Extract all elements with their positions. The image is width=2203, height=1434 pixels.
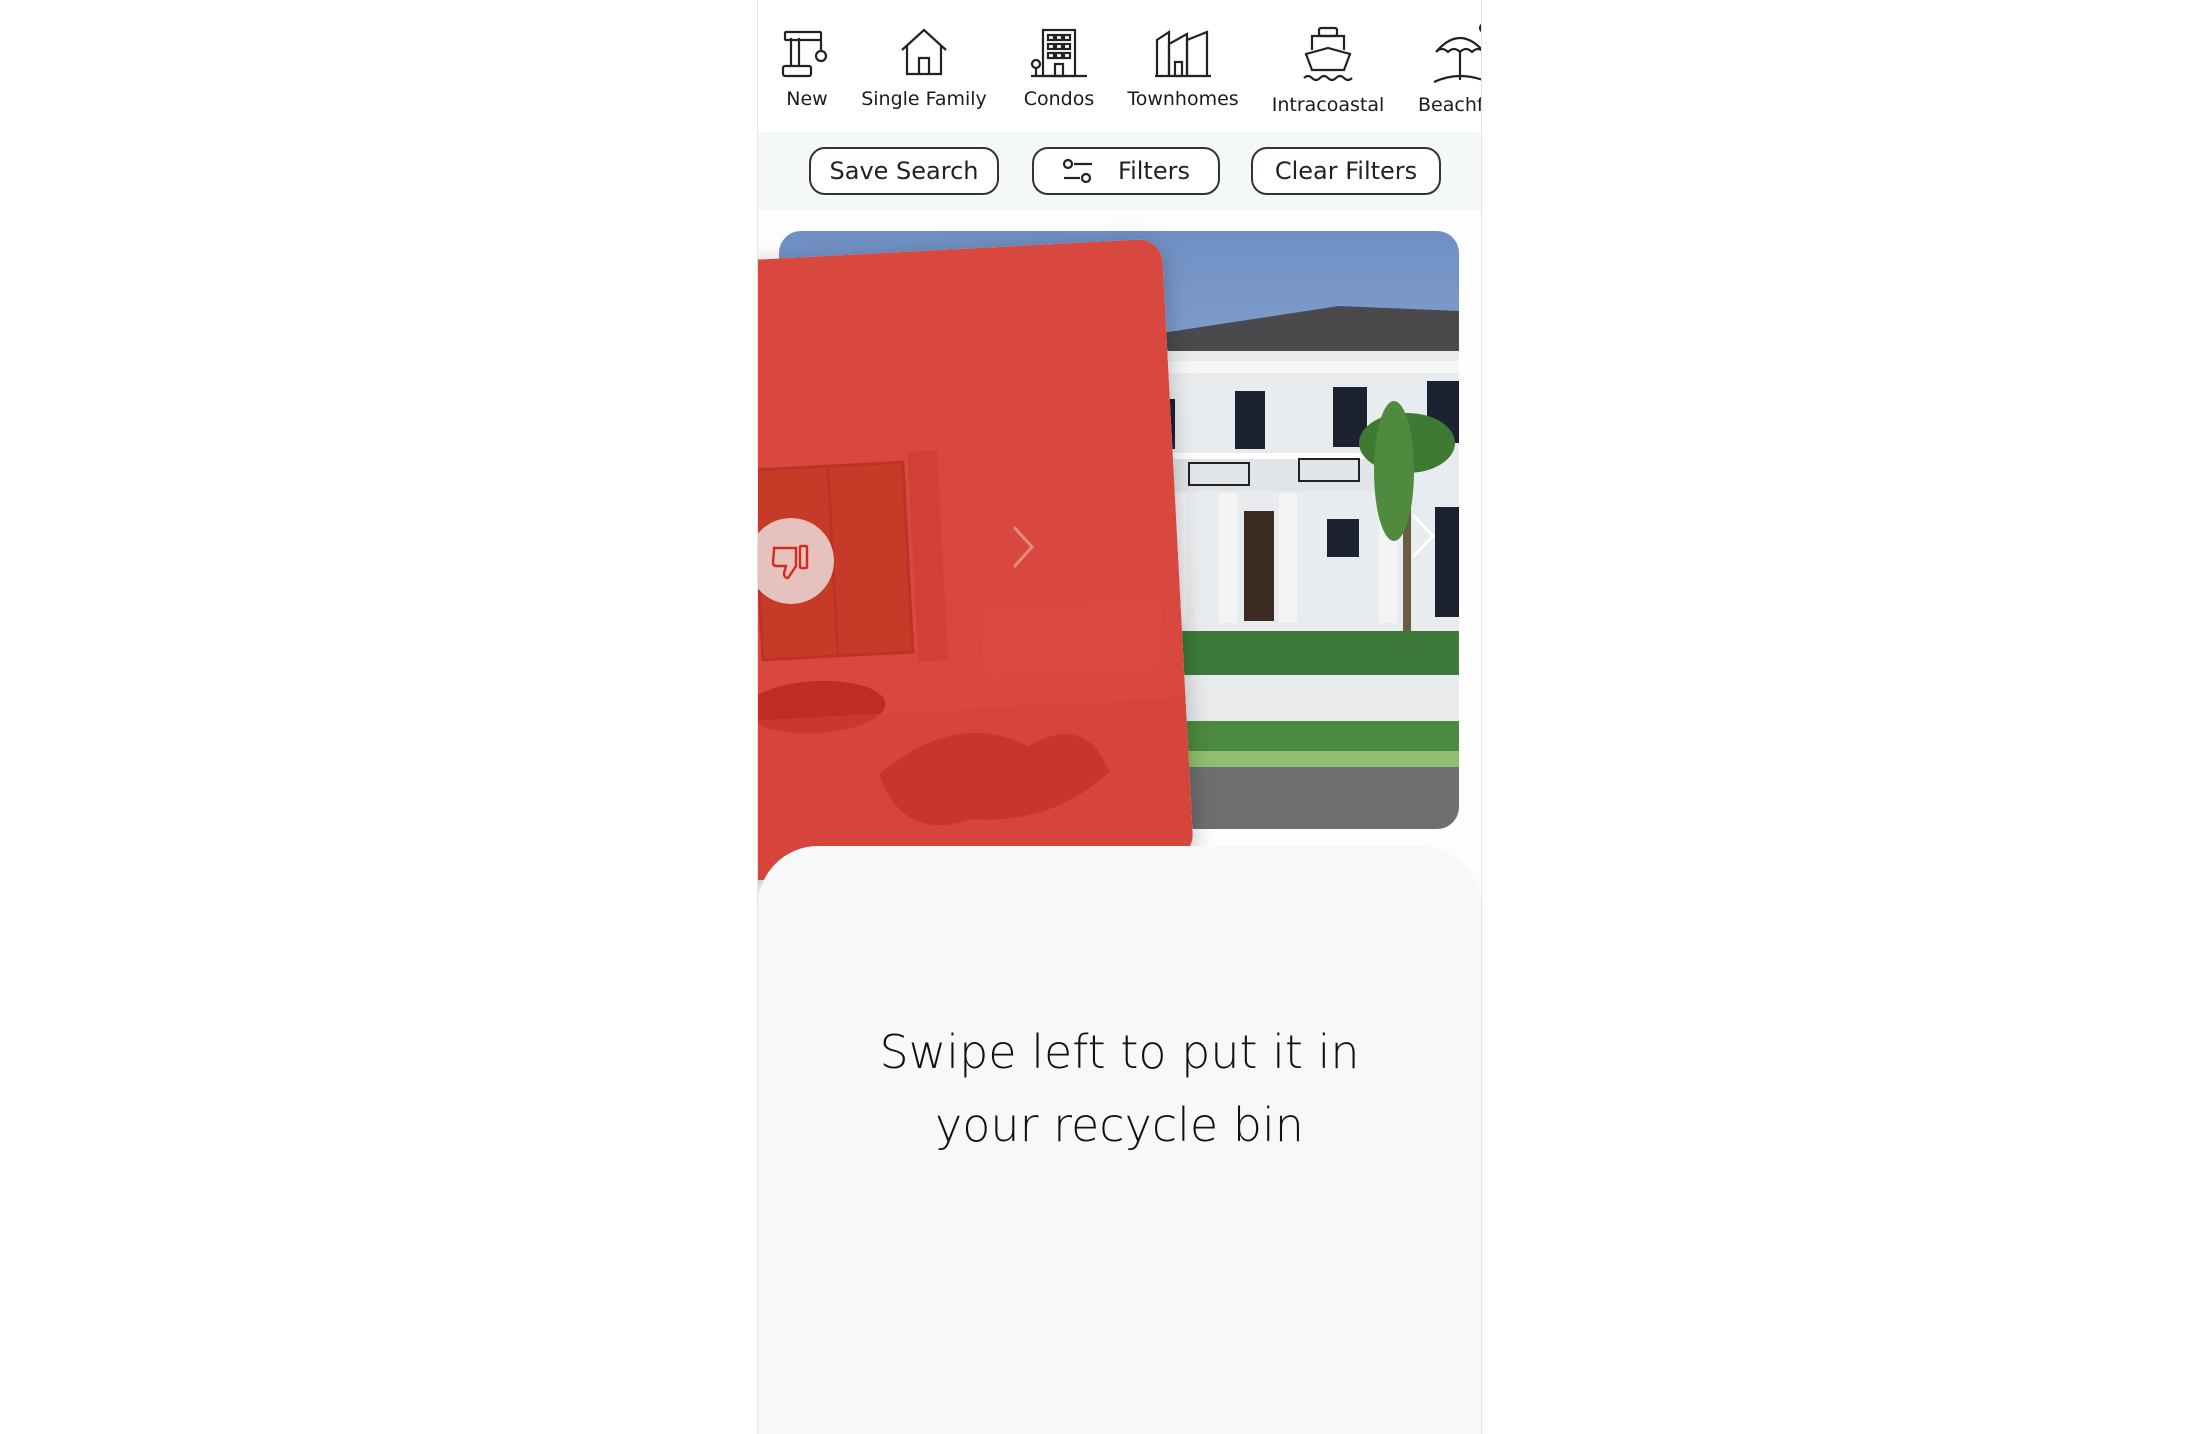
- filters-label: Filters: [1118, 157, 1190, 185]
- category-beachfront[interactable]: Beachfr: [1410, 24, 1481, 124]
- beach-umbrella-icon: [1433, 24, 1481, 83]
- category-intracoastal[interactable]: Intracoastal: [1266, 24, 1390, 124]
- filters-button[interactable]: Filters: [1032, 147, 1220, 195]
- category-label: Single Family: [861, 88, 987, 110]
- thumbs-down-icon: [771, 544, 809, 580]
- category-townhomes[interactable]: Townhomes: [1121, 24, 1245, 124]
- crane-icon: [781, 30, 828, 78]
- category-condos[interactable]: Condos: [1014, 24, 1104, 124]
- category-label: Condos: [1023, 88, 1095, 110]
- tip-line-1: Swipe left to put it in: [879, 1025, 1360, 1079]
- clear-filters-button[interactable]: Clear Filters: [1251, 147, 1441, 195]
- clear-filters-label: Clear Filters: [1274, 157, 1418, 185]
- category-bar: New Single Family Condos Townhomes Intra…: [758, 0, 1481, 132]
- action-bar: Save Search Filters Clear Filters: [758, 132, 1481, 210]
- category-label: Beachfr: [1418, 94, 1481, 116]
- next-photo-icon[interactable]: [1409, 511, 1437, 561]
- app-screen: New Single Family Condos Townhomes Intra…: [757, 0, 1482, 1434]
- building-icon: [1030, 28, 1087, 78]
- tip-line-2: your recycle bin: [935, 1098, 1304, 1152]
- category-label: Intracoastal: [1271, 94, 1385, 116]
- save-search-label: Save Search: [829, 157, 979, 185]
- save-search-button[interactable]: Save Search: [809, 147, 999, 195]
- category-single-family[interactable]: Single Family: [854, 24, 994, 124]
- category-label: New: [786, 88, 828, 110]
- next-photo-icon[interactable]: [1010, 523, 1036, 571]
- sliders-icon: [1062, 158, 1094, 184]
- townhomes-icon: [1155, 29, 1211, 78]
- boat-icon: [1303, 26, 1353, 82]
- onboarding-tip: Swipe left to put it in your recycle bin: [758, 1016, 1481, 1162]
- category-new[interactable]: New: [778, 24, 836, 124]
- house-icon: [901, 28, 947, 76]
- category-label: Townhomes: [1127, 88, 1239, 110]
